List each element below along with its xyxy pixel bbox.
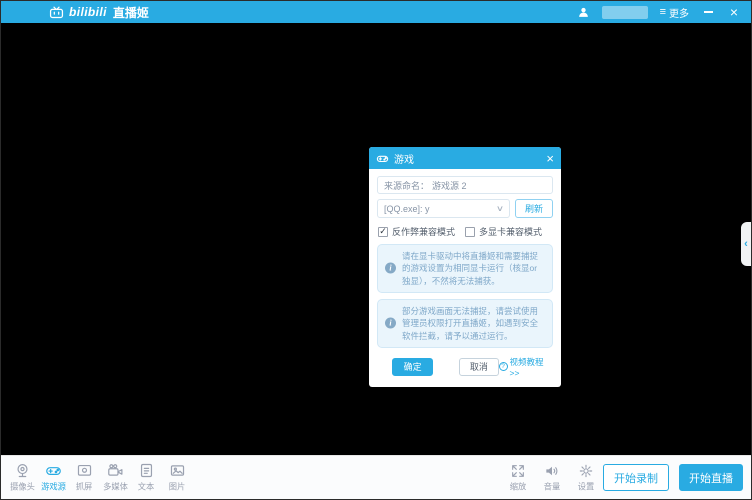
dialog-close-icon[interactable]: ×: [546, 152, 554, 165]
video-tutorial-link[interactable]: ? 视频教程 >>: [499, 356, 552, 378]
resize-label: 缩放: [510, 480, 527, 492]
more-menu-label: 更多: [669, 5, 689, 20]
webcam-icon: [14, 462, 31, 479]
checkbox-checked-icon: ✓: [378, 227, 388, 237]
dialog-body: 来源命名： 游戏源 2 [QQ.exe]: y ∨ 刷新 ✓ 反作弊兼容模式 多…: [369, 169, 561, 387]
checkbox-unchecked-icon: [465, 227, 475, 237]
settings-button[interactable]: 设置: [569, 463, 603, 493]
multimedia-icon: [107, 462, 124, 479]
source-image-label: 图片: [169, 481, 186, 493]
refresh-button[interactable]: 刷新: [515, 199, 553, 218]
more-menu-button[interactable]: ≡ 更多: [660, 5, 689, 20]
gpu-driver-notice-text: 请在显卡驱动中将直播姬和需要捕捉的游戏设置为相同显卡运行（核显or独显），不然将…: [402, 251, 538, 286]
screen-capture-icon: [76, 462, 93, 479]
minimize-button[interactable]: [701, 5, 715, 19]
dialog-header: 游戏 ×: [369, 147, 561, 169]
close-button[interactable]: ×: [727, 5, 741, 19]
multigpu-checkbox-label: 多显卡兼容模式: [479, 225, 542, 238]
source-webcam-button[interactable]: 摄像头: [7, 462, 38, 493]
process-select[interactable]: [QQ.exe]: y ∨: [377, 199, 510, 218]
dialog-title: 游戏: [394, 151, 541, 166]
source-screen-button[interactable]: 抓屏: [69, 462, 100, 493]
app-window: bilibili 直播姬 ≡ 更多 × ‹: [0, 0, 752, 500]
tv-logo-icon: [49, 5, 64, 20]
source-text-label: 文本: [138, 481, 155, 493]
username-placeholder[interactable]: [602, 6, 648, 19]
gamepad-icon: [376, 152, 389, 165]
start-stream-button[interactable]: 开始直播: [679, 464, 743, 491]
dialog-footer: 确定 取消 ? 视频教程 >>: [378, 356, 552, 378]
settings-gear-icon: [578, 463, 594, 479]
source-name-value: 游戏源 2: [432, 179, 467, 192]
process-select-value: [QQ.exe]: y: [384, 204, 430, 214]
chevron-down-icon: ∨: [496, 204, 504, 213]
more-menu-icon: ≡: [660, 6, 666, 18]
admin-permission-notice: i 部分游戏画面无法捕捉，请尝试使用管理员权限打开直播姬，如遇到安全软件拦截，请…: [377, 299, 553, 348]
source-media-button[interactable]: 多媒体: [100, 462, 131, 493]
start-record-button[interactable]: 开始录制: [603, 464, 669, 491]
app-logo: bilibili 直播姬: [49, 4, 149, 21]
source-game-button[interactable]: 游戏源: [38, 462, 69, 493]
text-icon: [138, 462, 155, 479]
confirm-button[interactable]: 确定: [392, 358, 433, 376]
info-icon: i: [385, 263, 396, 274]
bottom-toolbar: 摄像头 游戏源 抓屏 多媒体: [1, 455, 751, 499]
app-title-logo: bilibili: [69, 5, 107, 19]
source-media-label: 多媒体: [103, 481, 128, 493]
video-tutorial-label: 视频教程 >>: [510, 356, 552, 378]
user-icon[interactable]: [577, 6, 590, 19]
side-panel-toggle[interactable]: ‹: [741, 222, 751, 266]
settings-label: 设置: [578, 480, 595, 492]
app-title-name: 直播姬: [113, 4, 149, 21]
cancel-button[interactable]: 取消: [459, 358, 498, 376]
close-icon: ×: [730, 5, 738, 19]
resize-button[interactable]: 缩放: [501, 463, 535, 493]
volume-button[interactable]: 音量: [535, 463, 569, 493]
help-circle-icon: ?: [499, 362, 508, 371]
chevron-left-icon: ‹: [744, 238, 748, 250]
minimize-icon: [704, 11, 713, 13]
image-icon: [169, 462, 186, 479]
admin-permission-notice-text: 部分游戏画面无法捕捉，请尝试使用管理员权限打开直播姬，如遇到安全软件拦截，请予以…: [402, 306, 538, 341]
info-icon: i: [385, 318, 396, 329]
source-name-label: 来源命名：: [384, 179, 429, 192]
anticheat-checkbox-label: 反作弊兼容模式: [392, 225, 455, 238]
gpu-driver-notice: i 请在显卡驱动中将直播姬和需要捕捉的游戏设置为相同显卡运行（核显or独显），不…: [377, 244, 553, 293]
anticheat-checkbox[interactable]: ✓ 反作弊兼容模式: [378, 225, 465, 238]
multigpu-checkbox[interactable]: 多显卡兼容模式: [465, 225, 552, 238]
resize-icon: [510, 463, 526, 479]
source-name-input[interactable]: 来源命名： 游戏源 2: [377, 176, 553, 194]
game-source-dialog: 游戏 × 来源命名： 游戏源 2 [QQ.exe]: y ∨ 刷新 ✓ 反作弊兼…: [369, 147, 561, 387]
source-webcam-label: 摄像头: [10, 481, 35, 493]
source-text-button[interactable]: 文本: [131, 462, 162, 493]
source-game-label: 游戏源: [41, 481, 66, 493]
titlebar: bilibili 直播姬 ≡ 更多 ×: [1, 1, 751, 23]
volume-icon: [544, 463, 560, 479]
source-screen-label: 抓屏: [76, 481, 93, 493]
source-image-button[interactable]: 图片: [162, 462, 193, 493]
volume-label: 音量: [544, 480, 561, 492]
gamepad-icon: [45, 462, 62, 479]
